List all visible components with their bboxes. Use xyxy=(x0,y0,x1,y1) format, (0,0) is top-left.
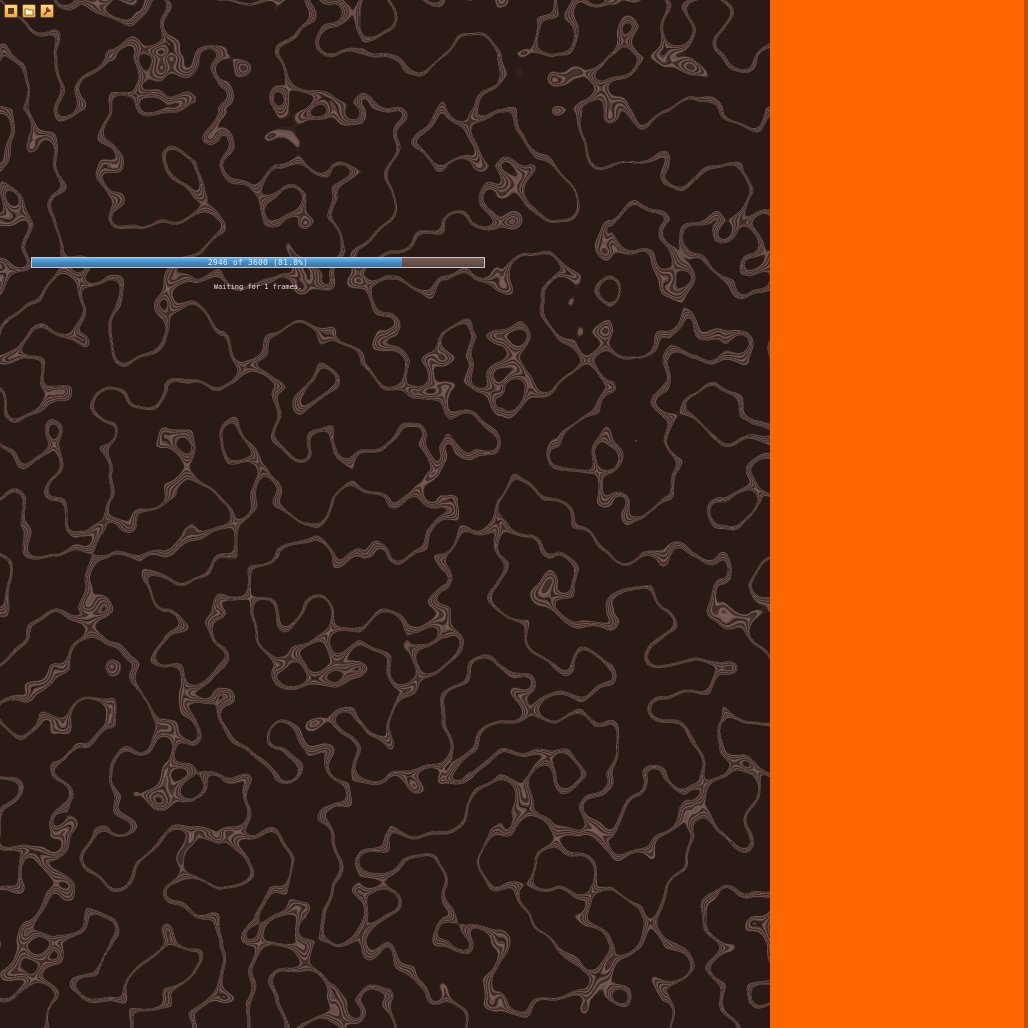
progress-label: 2946 of 3600 (81.8%) xyxy=(207,258,309,267)
folder-icon xyxy=(24,8,34,16)
open-button[interactable] xyxy=(22,4,36,18)
progress-bar: 2946 of 3600 (81.8%) xyxy=(31,257,485,268)
status-message: Waiting for 1 frames. xyxy=(213,283,303,291)
stop-icon xyxy=(8,8,14,14)
render-canvas: 2946 of 3600 (81.8%) Waiting for 1 frame… xyxy=(0,0,770,1028)
side-panel-edge xyxy=(1024,0,1028,1028)
tools-button[interactable] xyxy=(40,4,54,18)
side-panel xyxy=(770,0,1028,1028)
background-pattern xyxy=(0,0,770,1028)
stop-button[interactable] xyxy=(4,4,18,18)
wrench-icon xyxy=(43,6,52,16)
